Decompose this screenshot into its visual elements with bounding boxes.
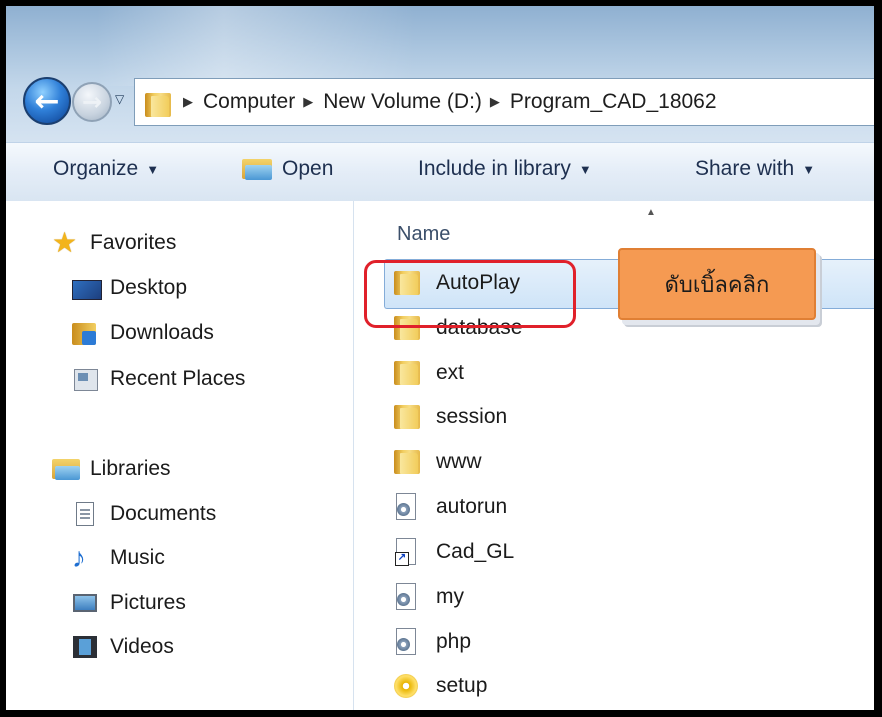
nav-downloads[interactable]: Downloads [72,321,214,345]
explorer-window: ← → ▽ ▶ Computer ▶ New Volume (D:) ▶ Pro… [0,0,882,717]
nav-pictures[interactable]: Pictures [72,591,186,615]
file-list: ▲ Name AutoPlay database ext session www… [354,201,874,710]
nav-label: Downloads [110,321,214,344]
recent-pages-dropdown[interactable]: ▽ [115,92,124,106]
file-row-php[interactable]: php [392,622,471,662]
folder-icon [392,359,422,387]
nav-label: Recent Places [110,367,246,390]
title-bar: ← → ▽ ▶ Computer ▶ New Volume (D:) ▶ Pro… [6,6,874,142]
file-row-www[interactable]: www [392,442,482,482]
settings-file-icon [392,493,422,521]
include-in-library-button[interactable]: Include in library ▼ [418,157,592,181]
file-name: my [436,585,464,608]
dropdown-arrow-icon: ▼ [802,161,816,177]
open-label: Open [282,157,334,180]
libraries-icon [52,457,80,481]
desktop-icon [72,276,102,300]
navigation-pane: ★ Favorites Desktop Downloads Recent Pla… [6,201,354,710]
chevron-right-icon[interactable]: ▶ [183,94,193,110]
documents-icon [72,502,98,526]
file-name: www [436,450,482,473]
file-row-my[interactable]: my [392,577,464,617]
sort-ascending-icon[interactable]: ▲ [646,207,656,218]
nav-videos[interactable]: Videos [72,635,174,659]
file-row-session[interactable]: session [392,397,507,437]
include-label: Include in library [418,157,571,180]
nav-label: Pictures [110,591,186,614]
nav-recent-places[interactable]: Recent Places [72,367,245,391]
dropdown-arrow-icon: ▼ [146,161,160,177]
folder-icon [392,403,422,431]
shortcut-icon: ↗ [392,538,422,566]
nav-label: Videos [110,635,174,658]
settings-file-icon [392,583,422,611]
nav-label: Music [110,546,165,569]
nav-documents[interactable]: Documents [72,502,216,526]
back-arrow-icon: ← [34,83,60,119]
file-name: session [436,405,508,428]
organize-button[interactable]: Organize ▼ [53,157,159,181]
nav-label: Favorites [90,231,177,254]
nav-music[interactable]: ♪ Music [72,542,165,573]
organize-label: Organize [53,157,139,180]
file-name: autorun [436,495,508,518]
nav-label: Desktop [110,276,188,299]
share-with-button[interactable]: Share with ▼ [695,157,815,181]
file-row-autorun[interactable]: autorun [392,487,507,527]
film-icon [72,635,98,659]
share-label: Share with [695,157,795,180]
folder-icon [143,91,171,117]
setup-disc-icon [392,672,422,700]
pictures-icon [72,591,98,615]
file-name: Cad_GL [436,540,515,563]
back-button[interactable]: ← [23,77,71,125]
breadcrumb-computer[interactable]: Computer [203,90,295,114]
dropdown-arrow-icon: ▼ [578,161,592,177]
command-bar: Organize ▼ Open Include in library ▼ Share… [6,142,874,202]
forward-arrow-icon: → [81,88,103,116]
nav-label: Documents [110,502,217,525]
chevron-right-icon[interactable]: ▶ [490,94,500,110]
callout-label: ดับเบิ้ลคลิก [618,248,816,320]
music-note-icon: ♪ [72,542,86,573]
folder-icon [392,448,422,476]
nav-libraries[interactable]: Libraries [52,457,171,481]
file-name: ext [436,361,465,384]
recent-places-icon [72,367,98,391]
column-header-name[interactable]: Name [397,223,450,246]
breadcrumb-new-volume[interactable]: New Volume (D:) [323,90,482,114]
highlight-annotation [364,260,576,328]
nav-desktop[interactable]: Desktop [72,276,187,300]
nav-favorites[interactable]: ★ Favorites [52,227,177,258]
star-icon: ★ [52,227,78,258]
settings-file-icon [392,628,422,656]
file-name: php [436,630,472,653]
file-name: setup [436,674,488,697]
file-row-cad-gl[interactable]: ↗ Cad_GL [392,532,514,572]
address-bar[interactable]: ▶ Computer ▶ New Volume (D:) ▶ Program_C… [134,78,874,126]
nav-label: Libraries [90,457,171,480]
chevron-right-icon[interactable]: ▶ [303,94,313,110]
file-row-setup[interactable]: setup [392,666,487,706]
downloads-folder-icon [72,321,98,345]
forward-button[interactable]: → [72,82,112,122]
glass-highlight [96,6,416,86]
file-row-ext[interactable]: ext [392,353,464,393]
breadcrumb-program-cad[interactable]: Program_CAD_18062 [510,90,717,114]
open-button[interactable]: Open [242,157,333,181]
open-folder-icon [242,157,274,181]
